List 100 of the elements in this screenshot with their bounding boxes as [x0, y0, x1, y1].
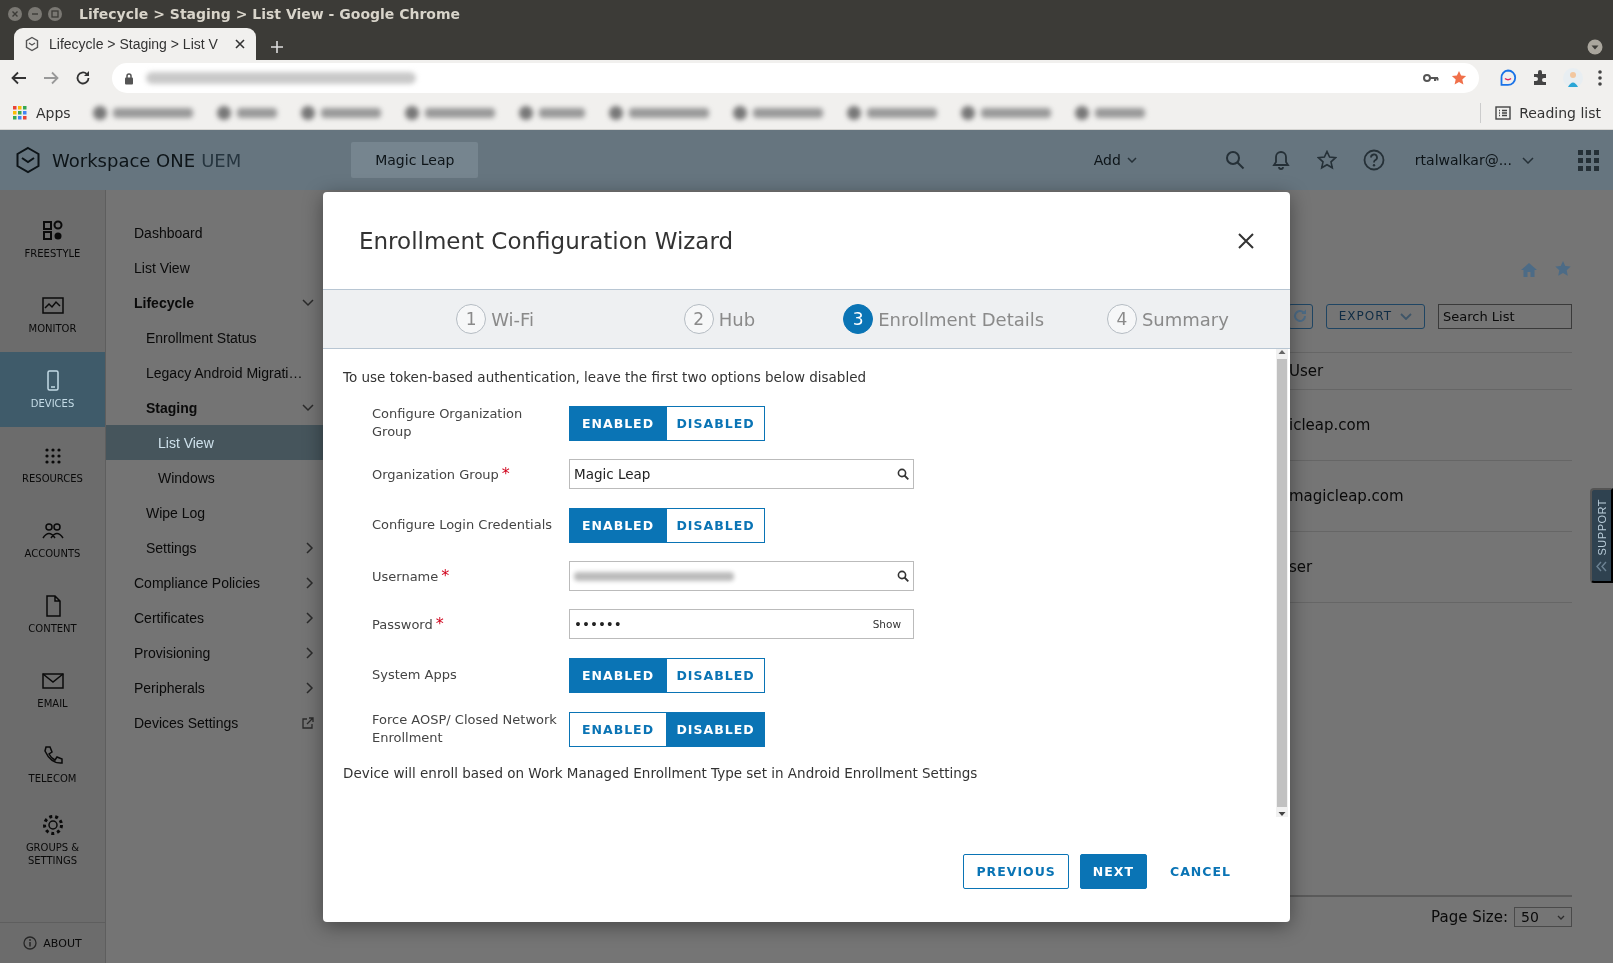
column-header: User: [1289, 362, 1324, 380]
wizard-step[interactable]: 1 Wi-Fi: [456, 304, 535, 334]
caret-icon: [1126, 157, 1137, 163]
page-size-select[interactable]: 50: [1514, 907, 1572, 927]
dropdown-icon[interactable]: [1587, 39, 1603, 55]
lookup-field[interactable]: Magic Leap: [569, 459, 914, 489]
close-icon[interactable]: [234, 38, 246, 50]
nav-item[interactable]: Staging: [106, 390, 340, 425]
minimize-icon[interactable]: [27, 6, 43, 22]
rail-item[interactable]: GROUPS & SETTINGS: [0, 802, 105, 877]
search-field[interactable]: Search List: [1438, 303, 1572, 329]
next-button[interactable]: NEXT: [1079, 854, 1147, 889]
star-icon[interactable]: [1451, 70, 1467, 86]
scroll-down-icon: [1278, 811, 1286, 817]
toggle-option[interactable]: ENABLED: [569, 657, 667, 693]
toggle-option[interactable]: ENABLED: [569, 507, 667, 543]
nav-item[interactable]: Compliance Policies: [106, 565, 340, 600]
tab-title: Lifecycle > Staging > List V: [49, 36, 219, 52]
external-link-icon: [302, 716, 314, 729]
toggle-option[interactable]: ENABLED: [569, 711, 667, 747]
chat-icon[interactable]: [1499, 69, 1517, 87]
search-icon[interactable]: [1224, 150, 1245, 170]
app-grid-icon[interactable]: [1578, 149, 1599, 171]
step-number: 1: [456, 304, 487, 334]
rail-item[interactable]: FREESTYLE: [0, 202, 105, 277]
back-icon[interactable]: [10, 69, 28, 87]
rail-item[interactable]: EMAIL: [0, 652, 105, 727]
chevron-down-icon: [302, 298, 314, 307]
puzzle-icon[interactable]: [1531, 69, 1549, 87]
blurred-bookmark[interactable]: [92, 105, 193, 120]
new-tab-icon[interactable]: [270, 40, 284, 54]
blurred-bookmark[interactable]: [608, 105, 709, 120]
blurred-bookmark[interactable]: [404, 105, 495, 120]
bell-icon[interactable]: [1270, 150, 1291, 170]
blurred-bookmark[interactable]: [518, 105, 585, 120]
table-cell: icleap.com: [1289, 416, 1371, 434]
caret-icon: [1557, 914, 1565, 920]
lock-icon: [124, 71, 134, 85]
close-button[interactable]: [1238, 232, 1254, 249]
blurred-bookmark[interactable]: [300, 105, 381, 120]
apps-link[interactable]: Apps: [36, 104, 71, 121]
key-icon[interactable]: [1423, 73, 1439, 83]
table-cell: magicleap.com: [1289, 487, 1404, 505]
export-button[interactable]: EXPORT: [1325, 303, 1425, 329]
scrollbar[interactable]: [1276, 349, 1288, 817]
toggle-option[interactable]: DISABLED: [667, 657, 765, 693]
step-number: 2: [683, 304, 714, 334]
previous-button[interactable]: PREVIOUS: [963, 854, 1069, 889]
apps-grid-icon[interactable]: [12, 104, 28, 121]
chevron-right-icon: [306, 611, 314, 624]
reading-list-link[interactable]: Reading list: [1519, 104, 1601, 121]
blurred-bookmark[interactable]: [732, 105, 823, 120]
toggle-option[interactable]: DISABLED: [667, 507, 765, 543]
rail-item[interactable]: DEVICES: [0, 352, 105, 427]
organization-tab[interactable]: Magic Leap: [351, 142, 479, 178]
menu-icon[interactable]: [1597, 69, 1603, 87]
support-tab[interactable]: SUPPORT: [1590, 488, 1613, 583]
about-link[interactable]: ABOUT: [0, 922, 105, 963]
toggle-option[interactable]: DISABLED: [667, 405, 765, 441]
nav-item[interactable]: Settings: [106, 530, 340, 565]
browser-tab[interactable]: Lifecycle > Staging > List V: [14, 28, 256, 60]
rail-item[interactable]: CONTENT: [0, 577, 105, 652]
list-icon: [1495, 105, 1512, 120]
blurred-bookmark[interactable]: [960, 105, 1051, 120]
product-suffix: UEM: [201, 149, 242, 171]
help-icon[interactable]: [1362, 149, 1385, 171]
star-outline-icon[interactable]: [1316, 150, 1337, 170]
lookup-field[interactable]: [569, 561, 914, 591]
password-field[interactable]: •••••• Show: [569, 609, 914, 639]
caret-icon: [1400, 312, 1412, 320]
wizard-step[interactable]: 2 Hub: [683, 304, 756, 334]
reload-icon[interactable]: [74, 69, 92, 87]
nav-item[interactable]: Devices Settings: [106, 705, 340, 740]
blurred-bookmark[interactable]: [1074, 105, 1145, 120]
step-label: Hub: [718, 308, 756, 330]
nav-item[interactable]: Provisioning: [106, 635, 340, 670]
forward-icon[interactable]: [42, 69, 60, 87]
avatar-icon[interactable]: [1563, 68, 1583, 88]
nav-item[interactable]: Certificates: [106, 600, 340, 635]
blurred-bookmark[interactable]: [846, 105, 937, 120]
rail-item[interactable]: RESOURCES: [0, 427, 105, 502]
rail-item[interactable]: TELECOM: [0, 727, 105, 802]
search-icon: [897, 468, 909, 480]
rail-item[interactable]: ACCOUNTS: [0, 502, 105, 577]
rail-item[interactable]: MONITOR: [0, 277, 105, 352]
toggle-option[interactable]: ENABLED: [569, 405, 667, 441]
star-icon[interactable]: [1554, 260, 1572, 278]
cancel-button[interactable]: CANCEL: [1158, 854, 1243, 889]
nav-item[interactable]: Lifecycle: [106, 285, 340, 320]
gear-icon: [40, 812, 65, 837]
toggle-option[interactable]: DISABLED: [667, 711, 765, 747]
wizard-step[interactable]: 4 Summary: [1106, 304, 1229, 334]
chevron-right-icon: [306, 681, 314, 694]
wizard-step[interactable]: 3 Enrollment Details: [843, 304, 1045, 334]
blurred-bookmark[interactable]: [216, 105, 277, 120]
maximize-icon[interactable]: [47, 6, 63, 22]
nav-item[interactable]: Peripherals: [106, 670, 340, 705]
user-menu[interactable]: rtalwalkar@...: [1414, 152, 1534, 168]
add-menu[interactable]: Add: [1093, 152, 1137, 168]
hexagon-icon: [24, 36, 40, 52]
